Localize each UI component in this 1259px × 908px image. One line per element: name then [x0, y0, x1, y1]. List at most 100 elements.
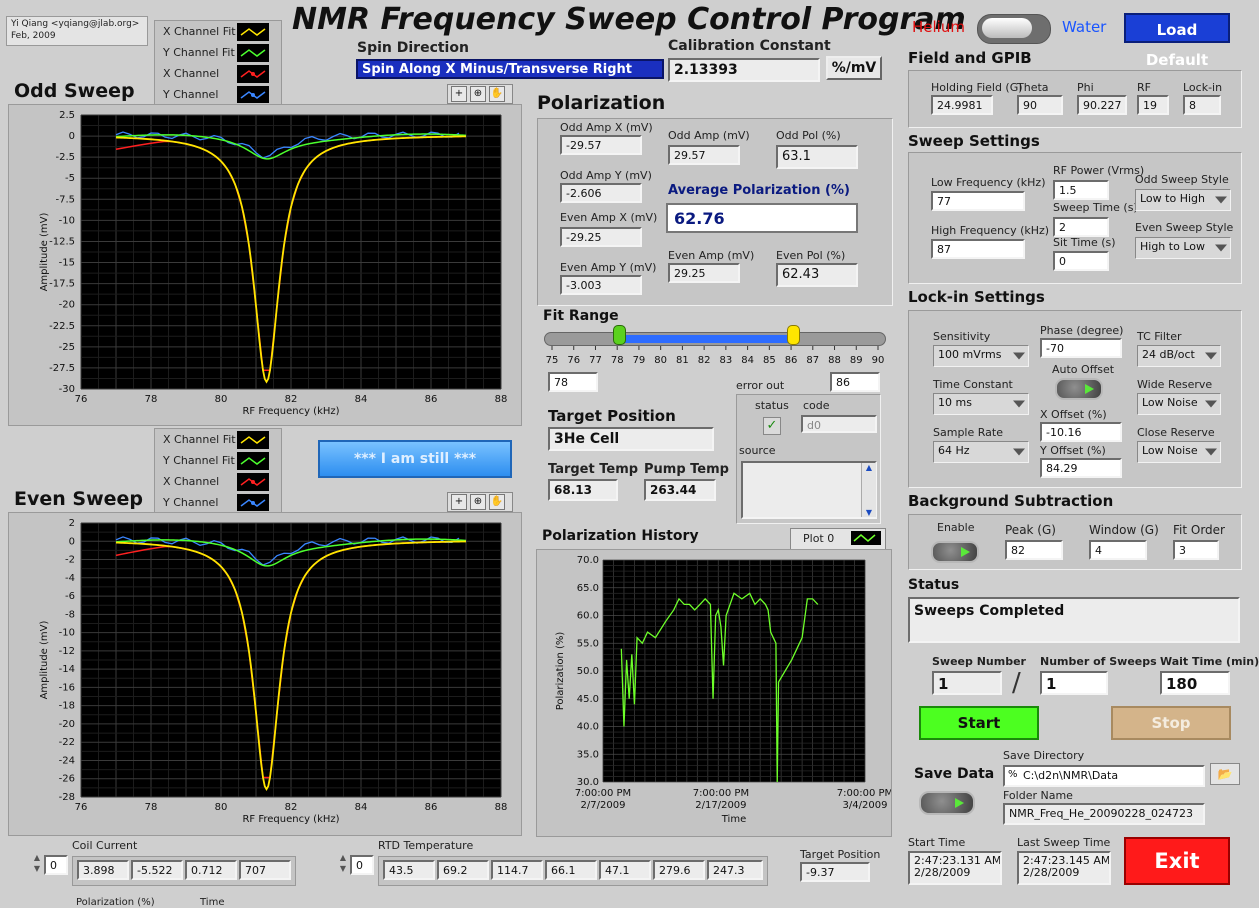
- odd-sweep-style-select[interactable]: Low to High: [1135, 189, 1231, 211]
- zoom-tool-icon[interactable]: ⊕: [470, 494, 486, 510]
- auto-offset-button[interactable]: [1055, 378, 1103, 400]
- polarization-title: Polarization: [537, 92, 666, 114]
- status-check-icon: ✓: [763, 417, 781, 435]
- close-reserve-label: Close Reserve: [1137, 426, 1215, 439]
- y-tick-label: 45.0: [577, 694, 599, 705]
- status-title: Status: [908, 577, 960, 593]
- fit-order-input[interactable]: 3: [1173, 540, 1219, 560]
- y-tick-label: 55.0: [577, 638, 599, 649]
- wait-time-input[interactable]: 180: [1160, 671, 1230, 695]
- close-reserve-select[interactable]: Low Noise: [1137, 441, 1221, 463]
- sweep-time-input[interactable]: 2: [1053, 217, 1109, 237]
- odd-legend: X Channel Fit Y Channel Fit X Channel Y …: [154, 20, 282, 106]
- y-tick-label: -28: [59, 792, 75, 803]
- y-tick-label: -15: [59, 258, 75, 269]
- rtd-array: 43.5 69.2 114.7 66.1 47.1 279.6 247.3: [378, 856, 768, 886]
- low-frequency-input[interactable]: 77: [931, 191, 1025, 211]
- browse-folder-icon[interactable]: 📂: [1210, 763, 1240, 785]
- tc-filter-value: 24 dB/oct: [1142, 348, 1195, 361]
- sweep-settings-title: Sweep Settings: [908, 132, 1040, 150]
- sweep-number-label: Sweep Number: [932, 655, 1026, 668]
- save-directory-label: Save Directory: [1003, 749, 1085, 762]
- cursor-tool-icon[interactable]: +: [451, 494, 467, 510]
- background-enable-button[interactable]: [931, 541, 979, 563]
- stop-button[interactable]: Stop: [1111, 706, 1231, 740]
- calibration-unit-button[interactable]: %/mV: [826, 56, 882, 80]
- rtd-value: 43.5: [383, 860, 435, 880]
- y-tick-label: -27.5: [49, 363, 75, 374]
- num-sweeps-input[interactable]: 1: [1040, 671, 1108, 695]
- coil-index-stepper[interactable]: ▲ ▼: [32, 852, 42, 876]
- sit-time-label: Sit Time (s): [1053, 236, 1116, 249]
- save-data-button[interactable]: [919, 791, 975, 815]
- start-button[interactable]: Start: [919, 706, 1039, 740]
- fit-range-tick-label: 81: [676, 355, 689, 366]
- even-amp-value: 29.25: [668, 263, 740, 283]
- window-input[interactable]: 4: [1089, 540, 1147, 560]
- exit-button[interactable]: Exit: [1124, 837, 1230, 885]
- save-data-label: Save Data: [914, 766, 995, 782]
- toggle-knob: [982, 18, 1032, 38]
- y-tick-label: -30: [59, 384, 75, 395]
- tc-filter-select[interactable]: 24 dB/oct: [1137, 345, 1221, 367]
- y-offset-input[interactable]: 84.29: [1040, 458, 1122, 478]
- phase-label: Phase (degree): [1040, 324, 1124, 337]
- high-frequency-input[interactable]: 87: [931, 239, 1025, 259]
- fit-range-min-input[interactable]: 78: [548, 372, 598, 392]
- cursor-tool-icon[interactable]: +: [451, 86, 467, 102]
- still-alive-button[interactable]: *** I am still ***: [318, 440, 512, 478]
- code-value: d0: [801, 415, 877, 433]
- zoom-tool-icon[interactable]: ⊕: [470, 86, 486, 102]
- even-sweep-chart: 2 0 -2 -4 -6 -8 -10 -12 -14 -16 -18 -20 -22 -24 -26 -28…: [39, 518, 507, 825]
- source-scrollbar[interactable]: ▲ ▼: [861, 463, 876, 517]
- spin-direction-label: Spin Direction: [357, 40, 469, 56]
- y-tick-label: -20: [59, 300, 75, 311]
- odd-pol-value: 63.1: [776, 145, 858, 169]
- rtd-value: 66.1: [545, 860, 597, 880]
- x-offset-input[interactable]: -10.16: [1040, 422, 1122, 442]
- sweep-time-label: Sweep Time (s): [1053, 201, 1138, 214]
- fit-range-max-input[interactable]: 86: [830, 372, 880, 392]
- even-sweep-style-select[interactable]: High to Low: [1135, 237, 1231, 259]
- odd-sweep-style-value: Low to High: [1140, 192, 1205, 205]
- pan-tool-icon[interactable]: ✋: [489, 494, 505, 510]
- y-tick-label: -4: [65, 573, 75, 584]
- pump-temp-value: 263.44: [644, 479, 716, 501]
- scroll-up-icon[interactable]: ▲: [862, 463, 876, 472]
- phase-input[interactable]: -70: [1040, 338, 1122, 358]
- load-default-button[interactable]: Load Default: [1124, 13, 1230, 69]
- time-constant-select[interactable]: 10 ms: [933, 393, 1029, 415]
- fit-range-high-handle[interactable]: [787, 325, 801, 345]
- sensitivity-select[interactable]: 100 mVrms: [933, 345, 1029, 367]
- fit-range-low-handle[interactable]: [613, 325, 627, 345]
- target-temp-value: 68.13: [548, 479, 618, 501]
- spin-direction-value[interactable]: Spin Along X Minus/Transverse Right: [356, 59, 664, 79]
- rtd-index-stepper[interactable]: ▲ ▼: [338, 852, 348, 876]
- wide-reserve-select[interactable]: Low Noise: [1137, 393, 1221, 415]
- even-amp-y-value: -3.003: [560, 275, 642, 295]
- peak-input[interactable]: 82: [1005, 540, 1063, 560]
- y-tick-label: -16: [59, 682, 75, 693]
- save-directory-input[interactable]: % C:\d2n\NMR\Data: [1003, 765, 1205, 787]
- y-tick-label: -6: [65, 591, 75, 602]
- coil-value: 3.898: [77, 860, 129, 880]
- rtd-index-input[interactable]: 0: [350, 855, 374, 875]
- y-tick-label: -17.5: [49, 279, 75, 290]
- pan-tool-icon[interactable]: ✋: [489, 86, 505, 102]
- coil-index-input[interactable]: 0: [44, 855, 68, 875]
- sample-rate-select[interactable]: 64 Hz: [933, 441, 1029, 463]
- fit-range-slider[interactable]: [544, 325, 886, 346]
- rf-power-input[interactable]: 1.5: [1053, 180, 1109, 200]
- y-tick-label: -8: [65, 609, 75, 620]
- path-icon: %: [1008, 769, 1018, 780]
- even-amp-x-value: -29.25: [560, 227, 642, 247]
- even-amp-y-label: Even Amp Y (mV): [560, 261, 657, 274]
- helium-water-toggle[interactable]: [977, 14, 1051, 44]
- chevron-down-icon: [1205, 352, 1217, 360]
- theta-value: 90: [1017, 95, 1063, 115]
- lockin-settings-title: Lock-in Settings: [908, 288, 1045, 306]
- x-tick-label: 80: [215, 394, 228, 405]
- sit-time-input[interactable]: 0: [1053, 251, 1109, 271]
- scroll-down-icon[interactable]: ▼: [862, 508, 876, 517]
- rtd-value: 69.2: [437, 860, 489, 880]
